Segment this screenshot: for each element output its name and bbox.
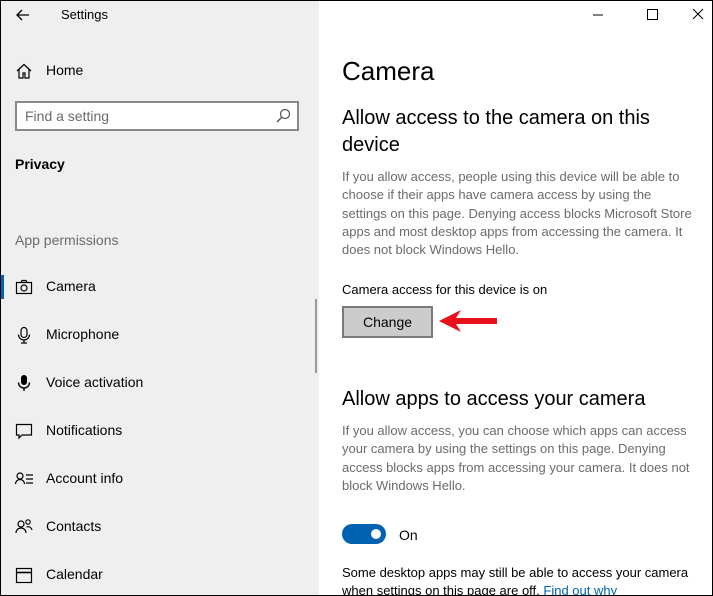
sidebar: Settings Home Privacy App permissions Ca… — [1, 1, 319, 595]
apps-access-heading: Allow apps to access your camera — [342, 388, 646, 410]
main-content: Camera Allow access to the camera on thi… — [319, 1, 712, 595]
sidebar-item-label: Contacts — [46, 518, 102, 534]
sidebar-item-label: Camera — [46, 278, 96, 294]
sidebar-item-label: Notifications — [46, 422, 123, 438]
camera-access-status: Camera access for this device is on — [342, 282, 548, 297]
home-icon — [14, 61, 34, 81]
find-out-why-link[interactable]: Find out why — [543, 583, 617, 595]
maximize-icon[interactable] — [629, 1, 675, 29]
settings-window: Settings Home Privacy App permissions Ca… — [0, 0, 713, 596]
sidebar-item-microphone[interactable]: Microphone — [1, 317, 319, 353]
apps-access-description: If you allow access, you can choose whic… — [342, 423, 690, 493]
search-icon[interactable] — [275, 108, 291, 124]
sidebar-item-notifications[interactable]: Notifications — [1, 413, 319, 449]
sidebar-item-camera[interactable]: Camera — [1, 269, 319, 305]
sidebar-item-label: Account info — [46, 470, 124, 486]
sidebar-item-label: Calendar — [46, 566, 103, 582]
sidebar-item-calendar[interactable]: Calendar — [1, 557, 319, 593]
back-arrow-icon[interactable] — [11, 5, 35, 25]
contacts-icon — [14, 517, 34, 537]
sidebar-scrollbar[interactable] — [315, 299, 317, 373]
apps-access-toggle[interactable] — [342, 524, 386, 544]
sidebar-item-label: Home — [46, 62, 84, 78]
sidebar-item-label: Microphone — [46, 326, 120, 342]
red-arrow-annotation-icon — [437, 307, 499, 335]
desktop-apps-note: Some desktop apps may still be able to a… — [342, 564, 702, 596]
toggle-state-label: On — [399, 527, 418, 543]
sidebar-item-voice-activation[interactable]: Voice activation — [1, 365, 319, 401]
account-info-icon — [14, 469, 34, 489]
notifications-icon — [14, 421, 34, 441]
page-title: Camera — [342, 56, 435, 86]
subsection-title: App permissions — [15, 232, 119, 248]
toggle-knob — [371, 529, 381, 539]
microphone-icon — [14, 325, 34, 345]
footnote-text: Some desktop apps may still be able to a… — [342, 565, 689, 596]
voice-activation-icon — [14, 373, 34, 393]
sidebar-item-home[interactable]: Home — [1, 53, 319, 89]
sidebar-item-contacts[interactable]: Contacts — [1, 509, 319, 545]
search-input[interactable] — [25, 107, 265, 125]
search-box — [15, 101, 299, 131]
device-access-heading: Allow access to the camera on this devic… — [342, 107, 650, 156]
change-button[interactable]: Change — [342, 306, 433, 338]
section-title: Privacy — [15, 156, 65, 172]
sidebar-item-label: Voice activation — [46, 374, 144, 390]
camera-icon — [14, 277, 34, 297]
sidebar-item-account-info[interactable]: Account info — [1, 461, 319, 497]
close-icon[interactable] — [675, 1, 712, 29]
calendar-icon — [14, 565, 34, 585]
device-access-description: If you allow access, people using this d… — [342, 169, 692, 258]
minimize-icon[interactable] — [575, 1, 621, 29]
window-title: Settings — [61, 7, 108, 22]
